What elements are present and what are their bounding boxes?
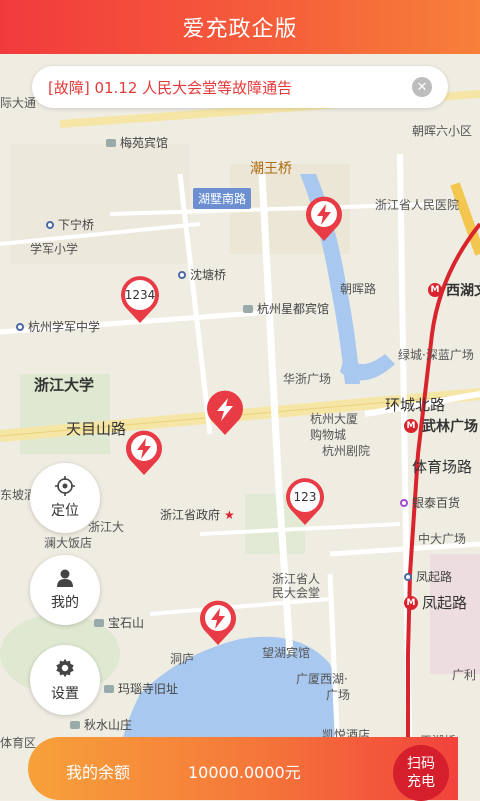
app-title: 爱充政企版 <box>182 17 298 42</box>
map-label: 澜大饭店 <box>44 536 93 550</box>
map-poi: 秋水山庄 <box>70 716 132 733</box>
balance-label: 我的余额 <box>66 763 131 782</box>
locate-label: 定位 <box>51 503 79 519</box>
charger-icon <box>200 600 236 645</box>
map-poi: 银泰百货 <box>400 494 460 511</box>
user-icon <box>57 569 73 587</box>
scan-charge-button[interactable]: 扫码 充电 <box>393 745 449 801</box>
map-label: 民大会堂 <box>272 586 321 600</box>
map-label: 天目山路 <box>66 420 127 438</box>
map-label: 华浙广场 <box>283 372 332 386</box>
map-label: 杭州大厦 <box>310 412 359 426</box>
map-label: 浙江省人民医院 <box>375 198 460 212</box>
mine-label: 我的 <box>51 595 79 611</box>
map-poi: 杭州学军中学 <box>16 318 100 335</box>
gear-icon <box>56 658 74 678</box>
map-poi: M西湖文 <box>428 280 480 300</box>
map-label: 望湖宾馆 <box>262 646 311 660</box>
map-label: 学军小学 <box>30 242 79 256</box>
scan-line2: 充电 <box>407 774 435 790</box>
crosshair-icon <box>55 476 75 496</box>
station-cluster-marker[interactable]: 123 <box>284 478 326 526</box>
cluster-count: 123 <box>293 490 317 504</box>
selected-station-marker[interactable] <box>205 390 245 436</box>
mine-button[interactable]: 我的 <box>30 555 100 625</box>
charging-station-marker[interactable] <box>198 600 238 646</box>
map-label: 朝晖路 <box>340 282 377 296</box>
settings-button[interactable]: 设置 <box>30 645 100 715</box>
map-label: 广场 <box>326 688 351 702</box>
map-poi: 沈塘桥 <box>178 266 226 283</box>
map-label: 杭州剧院 <box>322 444 371 458</box>
map-label: 潮王桥 <box>250 161 292 177</box>
map-label: 环城北路 <box>385 396 446 414</box>
charger-icon <box>306 196 342 241</box>
station-cluster-marker[interactable]: 1234 <box>119 276 161 324</box>
map-poi: 玛瑙寺旧址 <box>104 680 178 697</box>
map-label: 浙江大学 <box>34 376 95 394</box>
charger-selected-icon <box>207 390 243 435</box>
road-tag: 湖墅南路 <box>193 188 252 209</box>
map-poi: 浙江省政府 ★ <box>160 507 235 523</box>
map-poi: 宝石山 <box>94 614 144 631</box>
map-poi: 凤起路 <box>404 568 452 585</box>
charger-icon <box>126 430 162 475</box>
map-label: 购物城 <box>310 428 347 442</box>
close-icon[interactable]: ✕ <box>412 77 432 97</box>
map-label: 际大通 <box>0 96 37 110</box>
map-poi: 下宁桥 <box>46 216 94 233</box>
scan-line1: 扫码 <box>407 756 435 772</box>
map-poi: M 凤起路 <box>404 592 467 613</box>
map-poi: M 武林广场 <box>404 416 478 436</box>
map-label: 浙江大 <box>88 520 125 534</box>
map-label: 广厦西湖· <box>296 672 348 686</box>
map-poi: 梅苑宾馆 <box>106 134 168 151</box>
map-label: 绿城·深蓝广场 <box>398 348 474 362</box>
charging-station-marker[interactable] <box>124 430 164 476</box>
map-label: 广利 <box>452 668 477 682</box>
map-label: 洞庐 <box>170 652 195 666</box>
map-label: 体育场路 <box>412 458 473 476</box>
balance-value: 10000.0000元 <box>188 763 301 782</box>
map-poi: 杭州星都宾馆 <box>243 300 329 317</box>
notice-bar[interactable]: [故障] 01.12 人民大会堂等故障通告 ✕ <box>32 66 448 108</box>
app-header: 爱充政企版 <box>0 0 480 54</box>
locate-button[interactable]: 定位 <box>30 463 100 533</box>
map-label: 体育区 <box>0 736 37 750</box>
map-label: 朝晖六小区 <box>412 124 473 138</box>
cluster-count: 1234 <box>124 288 156 302</box>
settings-label: 设置 <box>51 686 79 702</box>
charging-station-marker[interactable] <box>304 196 344 242</box>
map-label: 中大广场 <box>418 532 467 546</box>
notice-text[interactable]: [故障] 01.12 人民大会堂等故障通告 <box>48 77 412 98</box>
